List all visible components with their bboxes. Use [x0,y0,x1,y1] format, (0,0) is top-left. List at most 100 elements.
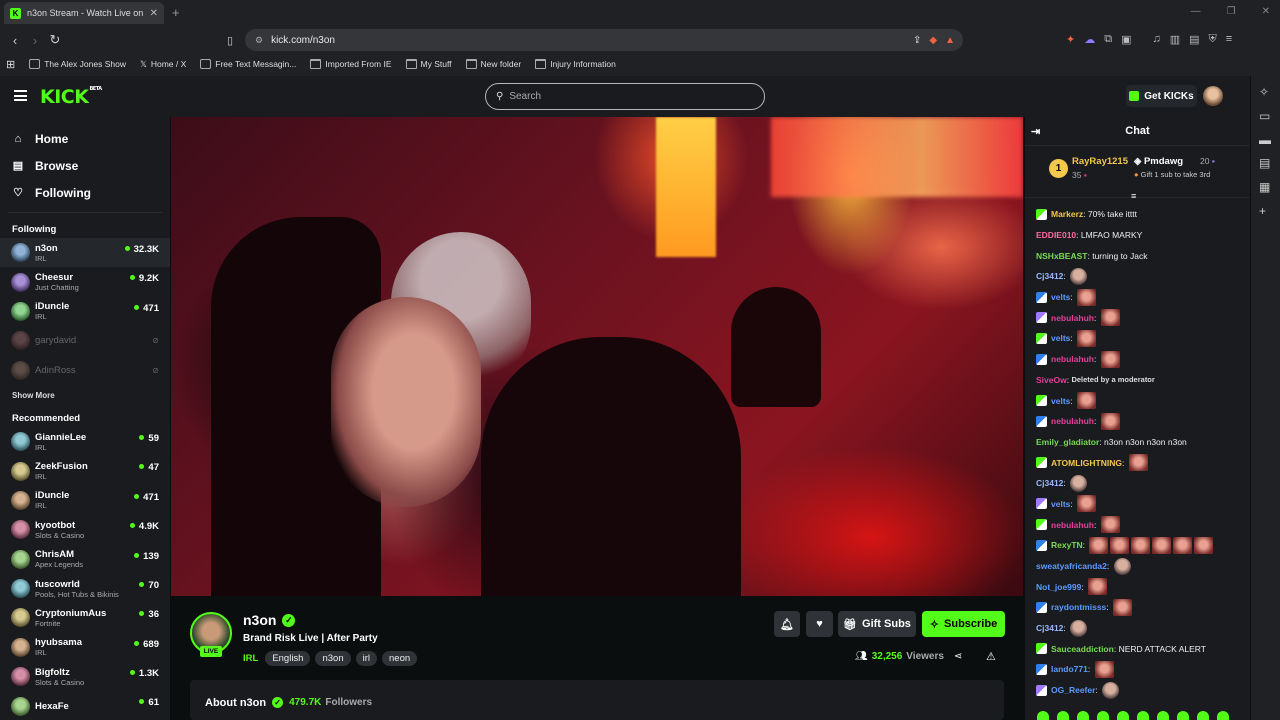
chat-username[interactable]: nebulahuh [1051,416,1094,426]
chat-username[interactable]: RexyTN [1051,540,1083,550]
new-tab-button[interactable]: + [172,5,180,20]
chat-username[interactable]: Cj3412 [1036,271,1063,281]
sidebar-channel[interactable]: CryptoniumAus Fortnite 36 [0,603,170,632]
emote-icon[interactable] [1117,711,1129,720]
reading-list-icon[interactable]: ▭ [1259,109,1270,123]
chat-username[interactable]: Emily_gladiator [1036,437,1099,447]
notifications-button[interactable]: 🔔︎ [774,611,800,637]
brave-rewards-icon[interactable]: ▲ [945,35,955,46]
emote-icon[interactable] [1197,711,1209,720]
report-icon[interactable]: ⚠ [986,650,996,663]
leader-first-name[interactable]: RayRay1215 [1072,156,1128,167]
sidebar-channel[interactable]: iDuncle IRL 471 [0,297,170,326]
chat-username[interactable]: velts [1051,292,1070,302]
tag-pill[interactable]: n3on [315,651,351,666]
kick-logo[interactable]: KICKBETA [40,86,102,108]
sidebar-channel[interactable]: iDuncle IRL 471 [0,486,170,515]
url-bar[interactable]: ⚙ kick.com/n3on ⇪ ◆ ▲ [245,29,963,51]
tag-pill[interactable]: English [265,651,311,666]
emote-icon[interactable] [1157,711,1169,720]
subscribe-button[interactable]: ✧ Subscribe [922,611,1005,637]
chat-username[interactable]: nebulahuh [1051,313,1094,323]
share-icon[interactable]: ⋖ [954,651,962,662]
bookmark-free-text[interactable]: Free Text Messagin... [200,59,296,69]
chat-username[interactable]: Markerz [1051,209,1083,219]
extension-cloud-icon[interactable]: ☁ [1084,33,1095,46]
collapse-chat-icon[interactable]: ⇥ [1031,125,1040,138]
sidebar-channel[interactable]: hyubsama IRL 689 [0,633,170,662]
sidebar-channel[interactable]: Cheesur Just Chatting 9.2K [0,267,170,296]
search-input[interactable]: ⚲ Search [485,83,765,110]
pinned-expand-icon[interactable]: ≡ [1131,191,1136,201]
chat-username[interactable]: SiveOw [1036,375,1067,385]
emote-icon[interactable] [1217,711,1229,720]
forward-icon[interactable]: › [25,33,45,48]
nav-browse[interactable]: ▤ Browse [0,152,170,179]
close-window-icon[interactable]: ✕ [1262,6,1270,17]
chat-username[interactable]: OG_Reefer [1051,685,1095,695]
chat-username[interactable]: Cj3412 [1036,623,1063,633]
streamer-name[interactable]: n3on ✓ [243,612,296,628]
emote-icon[interactable] [1077,711,1089,720]
sidebar-channel[interactable]: n3on IRL 32.3K [0,238,170,268]
leader-second-name[interactable]: ◈ Pmdawg [1134,156,1183,167]
emote-icon[interactable] [1037,711,1049,720]
reload-icon[interactable]: ↻ [45,32,65,48]
sidebar-channel[interactable]: kyootbot Slots & Casino 4.9K [0,515,170,544]
chat-username[interactable]: nebulahuh [1051,520,1094,530]
emote-icon[interactable] [1057,711,1069,720]
tag-pill[interactable]: irl [355,651,378,666]
sidebar-channel[interactable]: garydavid ⊘ [0,326,170,355]
category-link[interactable]: IRL [243,653,258,664]
site-info-icon[interactable]: ⚙ [255,35,263,46]
wallet-icon[interactable]: ▤ [1189,33,1199,46]
chat-username[interactable]: ATOMLIGHTNING [1051,458,1122,468]
chat-username[interactable]: nebulahuh [1051,354,1094,364]
bookmark-x-home[interactable]: 𝕏 Home / X [140,59,186,70]
brave-shield-icon[interactable]: ◆ [929,35,937,46]
sidebar-channel[interactable]: Bigfoltz Slots & Casino 1.3K [0,662,170,691]
chat-username[interactable]: velts [1051,333,1070,343]
show-more-button[interactable]: Show More [0,385,170,407]
chat-username[interactable]: Cj3412 [1036,478,1063,488]
get-kicks-button[interactable]: Get KICKs [1126,85,1197,107]
bookmark-imported-ie[interactable]: Imported From IE [310,59,392,69]
notes-icon[interactable]: ▤ [1259,156,1270,170]
emote-icon[interactable] [1177,711,1189,720]
chat-username[interactable]: velts [1051,499,1070,509]
extension-fox-icon[interactable]: ✦ [1066,33,1075,46]
bookmark-injury-info[interactable]: Injury Information [535,59,616,69]
apps-grid-icon[interactable]: ⊞ [6,58,15,71]
wallet-panel-icon[interactable]: ▬ [1259,133,1271,147]
emote-icon[interactable] [1137,711,1149,720]
tag-pill[interactable]: neon [382,651,418,666]
chat-username[interactable]: sweatyafricanda2 [1036,561,1107,571]
nav-home[interactable]: ⌂ Home [0,125,170,152]
sidebar-channel[interactable]: ZeekFusion IRL 47 [0,456,170,485]
bookmark-alex-jones[interactable]: The Alex Jones Show [29,59,126,69]
nav-following[interactable]: ♡ Following [0,179,170,206]
gift-subs-button[interactable]: 🎁︎ Gift Subs [838,611,916,637]
chat-username[interactable]: velts [1051,396,1070,406]
history-icon[interactable]: ▦ [1259,180,1270,194]
minimize-icon[interactable]: — [1191,6,1201,17]
media-icon[interactable]: ♫ [1152,33,1160,46]
chat-username[interactable]: NSHxBEAST [1036,251,1087,261]
follow-button[interactable]: ♥ [806,611,833,637]
bookmark-new-folder[interactable]: New folder [465,59,521,69]
menu-icon[interactable]: ≡ [1226,33,1232,46]
bookmark-icon[interactable]: ▯ [220,34,240,47]
extension-box-icon[interactable]: ▣ [1121,33,1131,46]
add-panel-icon[interactable]: + [1259,204,1266,218]
chat-username[interactable]: EDDIE010 [1036,230,1076,240]
share-page-icon[interactable]: ⇪ [913,35,921,46]
vpn-icon[interactable]: ⛨ [1209,33,1217,46]
chat-username[interactable]: Not_joe999 [1036,582,1081,592]
emote-icon[interactable] [1097,711,1109,720]
sidebar-channel[interactable]: AdinRoss ⊘ [0,356,170,385]
chat-username[interactable]: raydontmisss [1051,602,1106,612]
hamburger-menu-icon[interactable] [14,90,27,101]
sidebar-channel[interactable]: HexaFe 61 [0,691,170,720]
chat-username[interactable]: lando771 [1051,664,1088,674]
user-avatar[interactable] [1203,86,1223,106]
